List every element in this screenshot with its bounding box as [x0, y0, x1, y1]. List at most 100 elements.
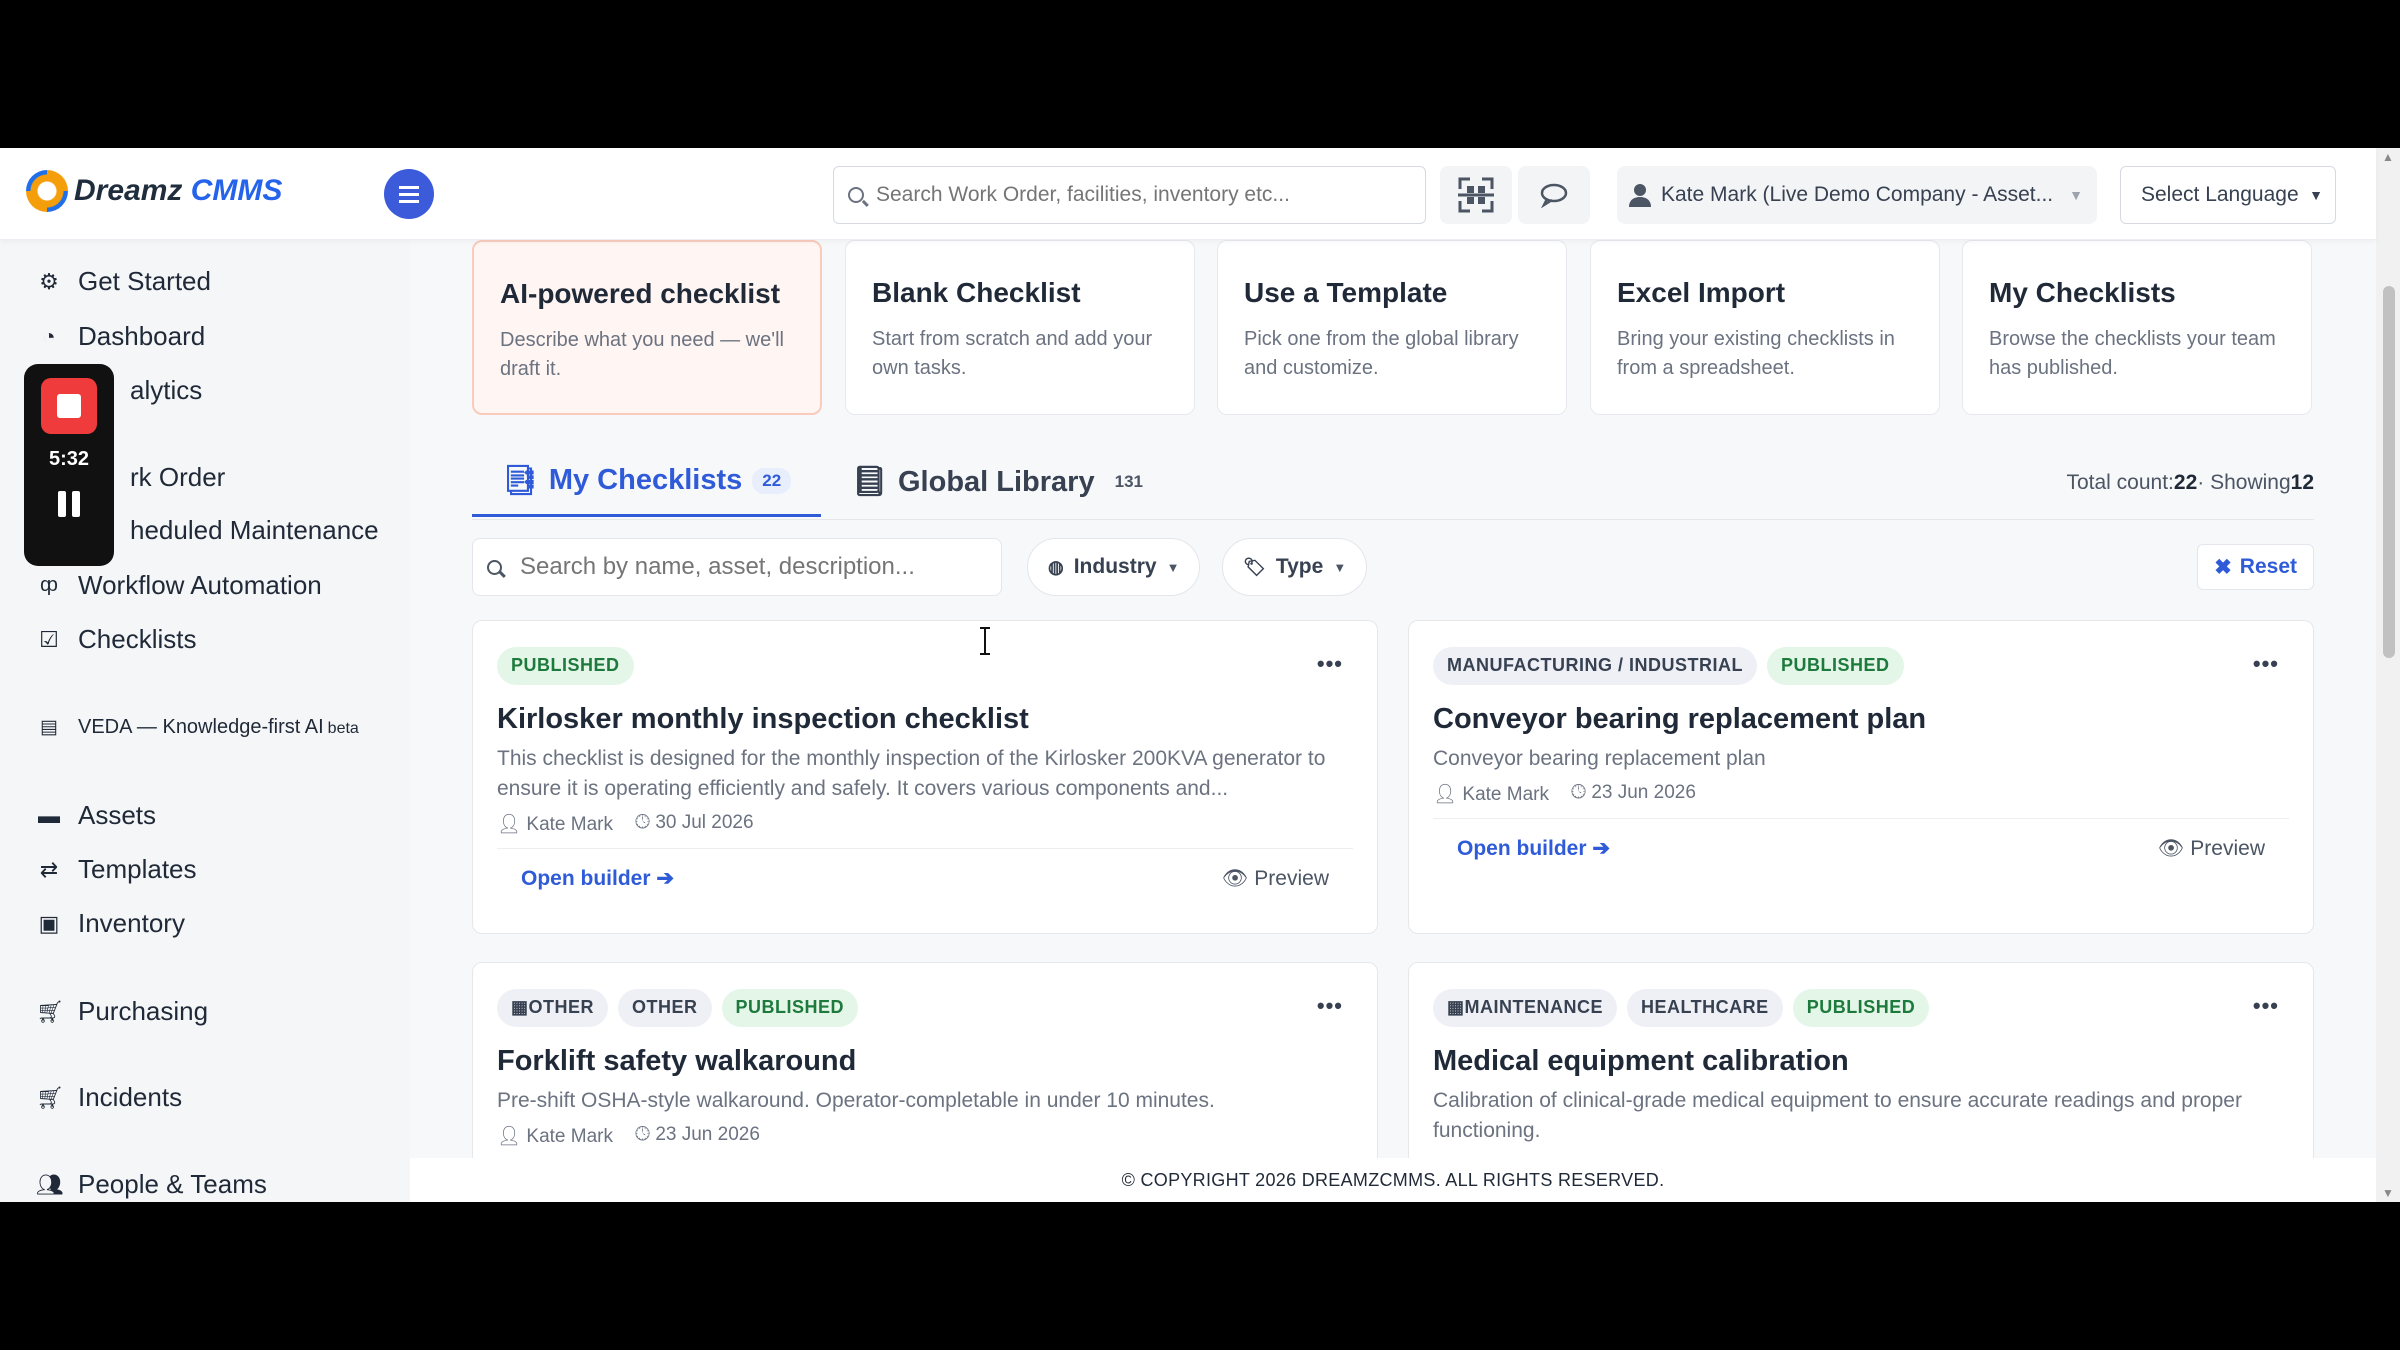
- sidebar-item-get-started[interactable]: ⚙ Get Started: [36, 266, 211, 297]
- reset-button[interactable]: ✖ Reset: [2197, 544, 2314, 590]
- scroll-up-icon[interactable]: ▲: [2382, 150, 2394, 164]
- status-badge: PUBLISHED: [1766, 647, 1904, 685]
- checklist-search-input[interactable]: [520, 553, 960, 581]
- card-description: Conveyor bearing replacement plan: [1433, 747, 1766, 770]
- gear-logo-icon: [26, 170, 68, 212]
- qr-scan-button[interactable]: [1440, 166, 1512, 224]
- sidebar-item-work-order[interactable]: rk Order: [130, 462, 225, 493]
- arrow-right-icon: ➔: [1592, 837, 1610, 860]
- sidebar-item-templates[interactable]: ⇄ Templates: [36, 854, 197, 885]
- category-badge: MANUFACTURING / INDUSTRIAL: [1433, 647, 1757, 685]
- sidebar-item-label: Assets: [78, 800, 157, 830]
- tab-global-library[interactable]: 📘︎ Global Library 131: [821, 447, 1183, 517]
- close-icon: ✖: [2214, 555, 2232, 579]
- option-desc: Browse the checklists your team has publ…: [1989, 328, 2276, 379]
- preview-link[interactable]: 👁︎ Preview: [1222, 867, 1329, 891]
- more-options-icon[interactable]: •••: [2253, 993, 2279, 1019]
- tab-label: Global Library: [898, 465, 1095, 498]
- logo-text: Dreamz CMMS: [74, 174, 283, 207]
- global-search[interactable]: [833, 166, 1426, 224]
- more-options-icon[interactable]: •••: [2253, 651, 2279, 677]
- sidebar-item-label: Checklists: [78, 624, 197, 654]
- cart-icon: 🛒︎: [36, 998, 64, 1024]
- eye-icon: 👁︎: [1221, 866, 1249, 890]
- checklist-search[interactable]: [472, 538, 1002, 596]
- screen-recorder-widget: 5:32: [24, 364, 114, 566]
- language-label: Select Language: [2141, 183, 2299, 206]
- user-menu[interactable]: Kate Mark (Live Demo Company - Asset... …: [1617, 166, 2097, 224]
- sidebar-item-incidents[interactable]: 🛒︎ Incidents: [36, 1082, 182, 1113]
- type-label: Type: [1275, 555, 1324, 578]
- card-title[interactable]: Medical equipment calibration: [1433, 1045, 2289, 1078]
- sidebar-item-workflow-automation[interactable]: ȹ Workflow Automation: [36, 570, 322, 601]
- preview-link[interactable]: 👁︎ Preview: [2158, 837, 2265, 861]
- global-search-input[interactable]: [876, 183, 1396, 207]
- copy-icon: 📑︎: [502, 464, 539, 497]
- open-builder-link[interactable]: Open builder ➔: [521, 866, 674, 891]
- type-filter[interactable]: 🏷︎ Type ▼: [1222, 538, 1368, 596]
- user-label: Kate Mark (Live Demo Company - Asset...: [1661, 183, 2054, 206]
- chat-button[interactable]: [1518, 166, 1590, 224]
- option-my-checklists[interactable]: My Checklists Browse the checklists your…: [1962, 240, 2312, 415]
- option-excel-import[interactable]: Excel Import Bring your existing checkli…: [1590, 240, 1940, 415]
- sidebar-item-purchasing[interactable]: 🛒︎ Purchasing: [36, 996, 208, 1027]
- chevron-down-icon: ▼: [1333, 559, 1347, 575]
- card-title[interactable]: Kirlosker monthly inspection checklist: [497, 703, 1353, 736]
- scrollbar-thumb[interactable]: [2383, 286, 2395, 658]
- scroll-down-icon[interactable]: ▼: [2382, 1186, 2394, 1200]
- option-use-template[interactable]: Use a Template Pick one from the global …: [1217, 240, 1567, 415]
- gears-icon: ⚙: [39, 268, 59, 294]
- card-title[interactable]: Conveyor bearing replacement plan: [1433, 703, 2289, 736]
- tab-my-checklists[interactable]: 📑︎ My Checklists 22: [472, 447, 822, 517]
- category-badge: OTHER: [618, 989, 712, 1027]
- sidebar-item-label: Workflow Automation: [78, 570, 322, 600]
- user-icon: [1629, 184, 1651, 207]
- pause-button[interactable]: [58, 491, 80, 517]
- option-ai-checklist[interactable]: AI-powered checklist Describe what you n…: [472, 240, 822, 415]
- hamburger-menu-button[interactable]: [384, 169, 434, 219]
- industry-filter[interactable]: ◍ Industry ▼: [1027, 538, 1201, 596]
- more-options-icon[interactable]: •••: [1317, 651, 1343, 677]
- tabs-divider: [472, 519, 2314, 520]
- option-title: Excel Import: [1617, 277, 1786, 308]
- industry-label: Industry: [1073, 555, 1157, 578]
- shuffle-icon: ⇄: [39, 856, 59, 882]
- sidebar-item-checklists[interactable]: ☑ Checklists: [36, 624, 196, 655]
- option-desc: Bring your existing checklists in from a…: [1617, 328, 1895, 379]
- arrow-right-icon: ➔: [656, 867, 674, 890]
- user-icon: 👤︎: [497, 1126, 522, 1147]
- qr-scan-icon: [1458, 177, 1494, 213]
- sidebar-item-assets[interactable]: ▬ Assets: [36, 800, 156, 831]
- logo[interactable]: Dreamz CMMS: [26, 170, 282, 212]
- sidebar-item-label: VEDA — Knowledge-first AI: [78, 716, 324, 738]
- sidebar-item-label: alytics: [130, 375, 203, 405]
- option-blank-checklist[interactable]: Blank Checklist Start from scratch and a…: [845, 240, 1195, 415]
- sidebar-item-label: People & Teams: [78, 1169, 267, 1199]
- sidebar-item-inventory[interactable]: ▣ Inventory: [36, 908, 185, 939]
- page-scrollbar[interactable]: ▲ ▼: [2376, 148, 2400, 1202]
- language-select[interactable]: Select Language ▼: [2120, 166, 2336, 224]
- sidebar-item-people-teams[interactable]: 👥︎ People & Teams: [36, 1169, 267, 1200]
- assets-icon: ▬: [38, 802, 60, 828]
- tab-label: My Checklists: [548, 464, 743, 496]
- chevron-down-icon: ▼: [1166, 559, 1180, 575]
- status-badge: PUBLISHED: [1792, 989, 1930, 1027]
- category-badge: ▦OTHER: [497, 989, 609, 1027]
- option-title: AI-powered checklist: [500, 278, 781, 309]
- card-title[interactable]: Forklift safety walkaround: [497, 1045, 1353, 1078]
- sidebar-item-analytics[interactable]: alytics: [130, 375, 202, 406]
- stop-recording-button[interactable]: [41, 378, 97, 434]
- dashboard-icon: ◔: [42, 323, 56, 349]
- copyright-footer: © COPYRIGHT 2026 DREAMZCMMS. ALL RIGHTS …: [410, 1158, 2376, 1202]
- workflow-icon: ȹ: [40, 574, 58, 596]
- checklist-card: PUBLISHED ••• Kirlosker monthly inspecti…: [472, 620, 1378, 934]
- chevron-down-icon: ▼: [2309, 187, 2323, 203]
- checklist-card: MANUFACTURING / INDUSTRIAL PUBLISHED •••…: [1408, 620, 2314, 934]
- tab-count-badge: 131: [1114, 472, 1143, 491]
- open-builder-link[interactable]: Open builder ➔: [1457, 836, 1610, 861]
- option-title: Blank Checklist: [872, 277, 1081, 308]
- sidebar-item-veda[interactable]: ▤ VEDA — Knowledge-first AI beta: [36, 716, 359, 739]
- sidebar-item-scheduled-maintenance[interactable]: heduled Maintenance: [130, 515, 379, 546]
- sidebar-item-dashboard[interactable]: ◔ Dashboard: [36, 321, 205, 352]
- more-options-icon[interactable]: •••: [1317, 993, 1343, 1019]
